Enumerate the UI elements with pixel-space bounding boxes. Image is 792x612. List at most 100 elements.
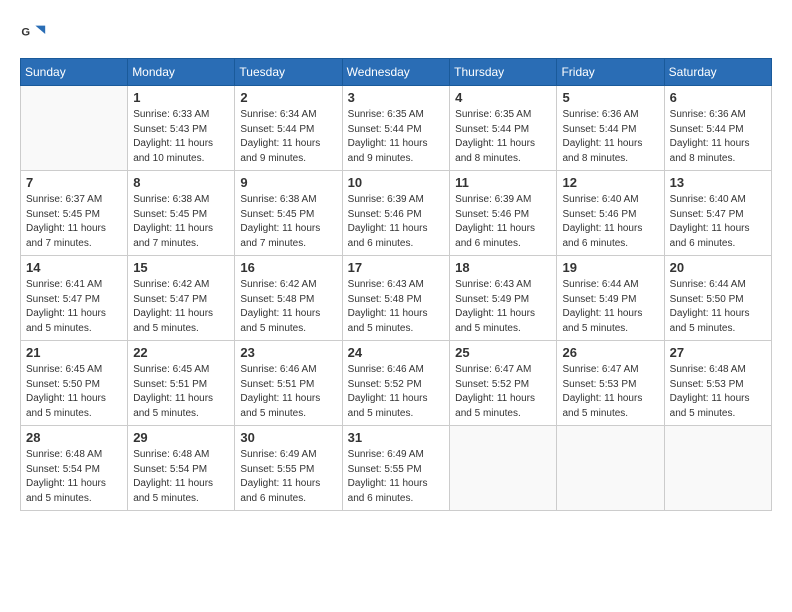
day-number: 5 [562, 90, 658, 105]
day-number: 22 [133, 345, 229, 360]
day-header-saturday: Saturday [664, 59, 771, 86]
day-number: 20 [670, 260, 766, 275]
day-info: Sunrise: 6:44 AM Sunset: 5:50 PM Dayligh… [670, 278, 766, 336]
calendar-table: SundayMondayTuesdayWednesdayThursdayFrid… [20, 58, 772, 511]
day-number: 14 [26, 260, 122, 275]
day-number: 30 [240, 430, 336, 445]
calendar-cell: 21 Sunrise: 6:45 AM Sunset: 5:50 PM Dayli… [21, 341, 128, 426]
logo-icon: G [20, 20, 48, 48]
day-header-monday: Monday [128, 59, 235, 86]
calendar-cell: 14 Sunrise: 6:41 AM Sunset: 5:47 PM Dayli… [21, 256, 128, 341]
calendar-cell: 23 Sunrise: 6:46 AM Sunset: 5:51 PM Dayli… [235, 341, 342, 426]
day-number: 1 [133, 90, 229, 105]
day-number: 3 [348, 90, 445, 105]
day-info: Sunrise: 6:36 AM Sunset: 5:44 PM Dayligh… [670, 108, 766, 166]
day-info: Sunrise: 6:38 AM Sunset: 5:45 PM Dayligh… [133, 193, 229, 251]
day-info: Sunrise: 6:39 AM Sunset: 5:46 PM Dayligh… [348, 193, 445, 251]
calendar-cell: 5Sunrise: 6:36 AM Sunset: 5:44 PM Daylig… [557, 86, 664, 171]
day-number: 28 [26, 430, 122, 445]
day-number: 15 [133, 260, 229, 275]
calendar-cell: 12 Sunrise: 6:40 AM Sunset: 5:46 PM Dayli… [557, 171, 664, 256]
day-info: Sunrise: 6:42 AM Sunset: 5:48 PM Dayligh… [240, 278, 336, 336]
calendar-week-0: 1 Sunrise: 6:33 AM Sunset: 5:43 PM Daylig… [21, 86, 772, 171]
day-header-thursday: Thursday [450, 59, 557, 86]
day-info: Sunrise: 6:37 AM Sunset: 5:45 PM Dayligh… [26, 193, 122, 251]
calendar-cell: 22Sunrise: 6:45 AM Sunset: 5:51 PM Dayli… [128, 341, 235, 426]
day-number: 8 [133, 175, 229, 190]
day-info: Sunrise: 6:40 AM Sunset: 5:47 PM Dayligh… [670, 193, 766, 251]
calendar-week-3: 21 Sunrise: 6:45 AM Sunset: 5:50 PM Dayli… [21, 341, 772, 426]
day-info: Sunrise: 6:35 AM Sunset: 5:44 PM Dayligh… [455, 108, 551, 166]
calendar-cell: 3 Sunrise: 6:35 AM Sunset: 5:44 PM Daylig… [342, 86, 450, 171]
day-info: Sunrise: 6:33 AM Sunset: 5:43 PM Dayligh… [133, 108, 229, 166]
day-info: Sunrise: 6:42 AM Sunset: 5:47 PM Dayligh… [133, 278, 229, 336]
day-info: Sunrise: 6:44 AM Sunset: 5:49 PM Dayligh… [562, 278, 658, 336]
calendar-cell: 28 Sunrise: 6:48 AM Sunset: 5:54 PM Dayli… [21, 426, 128, 511]
calendar-cell: 2 Sunrise: 6:34 AM Sunset: 5:44 PM Daylig… [235, 86, 342, 171]
day-info: Sunrise: 6:40 AM Sunset: 5:46 PM Dayligh… [562, 193, 658, 251]
calendar-cell: 17Sunrise: 6:43 AM Sunset: 5:48 PM Dayli… [342, 256, 450, 341]
day-number: 16 [240, 260, 336, 275]
day-info: Sunrise: 6:46 AM Sunset: 5:51 PM Dayligh… [240, 363, 336, 421]
day-info: Sunrise: 6:45 AM Sunset: 5:50 PM Dayligh… [26, 363, 122, 421]
calendar-cell: 8 Sunrise: 6:38 AM Sunset: 5:45 PM Daylig… [128, 171, 235, 256]
day-header-tuesday: Tuesday [235, 59, 342, 86]
calendar-cell: 13 Sunrise: 6:40 AM Sunset: 5:47 PM Dayli… [664, 171, 771, 256]
calendar-cell: 10 Sunrise: 6:39 AM Sunset: 5:46 PM Dayli… [342, 171, 450, 256]
day-number: 18 [455, 260, 551, 275]
calendar-cell [21, 86, 128, 171]
calendar-cell: 27 Sunrise: 6:48 AM Sunset: 5:53 PM Dayli… [664, 341, 771, 426]
day-info: Sunrise: 6:47 AM Sunset: 5:53 PM Dayligh… [562, 363, 658, 421]
calendar-cell: 26 Sunrise: 6:47 AM Sunset: 5:53 PM Dayli… [557, 341, 664, 426]
day-info: Sunrise: 6:49 AM Sunset: 5:55 PM Dayligh… [240, 448, 336, 506]
calendar-cell: 9 Sunrise: 6:38 AM Sunset: 5:45 PM Daylig… [235, 171, 342, 256]
calendar-cell [557, 426, 664, 511]
day-info: Sunrise: 6:35 AM Sunset: 5:44 PM Dayligh… [348, 108, 445, 166]
day-info: Sunrise: 6:48 AM Sunset: 5:54 PM Dayligh… [133, 448, 229, 506]
calendar-cell: 4 Sunrise: 6:35 AM Sunset: 5:44 PM Daylig… [450, 86, 557, 171]
calendar-cell [664, 426, 771, 511]
day-number: 29 [133, 430, 229, 445]
calendar-cell: 7Sunrise: 6:37 AM Sunset: 5:45 PM Daylig… [21, 171, 128, 256]
calendar-week-2: 14 Sunrise: 6:41 AM Sunset: 5:47 PM Dayli… [21, 256, 772, 341]
day-number: 10 [348, 175, 445, 190]
day-info: Sunrise: 6:48 AM Sunset: 5:54 PM Dayligh… [26, 448, 122, 506]
day-number: 13 [670, 175, 766, 190]
day-number: 2 [240, 90, 336, 105]
day-number: 11 [455, 175, 551, 190]
calendar-cell: 15 Sunrise: 6:42 AM Sunset: 5:47 PM Dayli… [128, 256, 235, 341]
day-number: 26 [562, 345, 658, 360]
day-number: 21 [26, 345, 122, 360]
day-number: 31 [348, 430, 445, 445]
calendar-cell: 11 Sunrise: 6:39 AM Sunset: 5:46 PM Dayli… [450, 171, 557, 256]
day-info: Sunrise: 6:41 AM Sunset: 5:47 PM Dayligh… [26, 278, 122, 336]
day-info: Sunrise: 6:34 AM Sunset: 5:44 PM Dayligh… [240, 108, 336, 166]
day-number: 4 [455, 90, 551, 105]
calendar-cell: 20 Sunrise: 6:44 AM Sunset: 5:50 PM Dayli… [664, 256, 771, 341]
calendar-cell: 19 Sunrise: 6:44 AM Sunset: 5:49 PM Dayli… [557, 256, 664, 341]
day-info: Sunrise: 6:48 AM Sunset: 5:53 PM Dayligh… [670, 363, 766, 421]
day-header-wednesday: Wednesday [342, 59, 450, 86]
day-number: 6 [670, 90, 766, 105]
day-info: Sunrise: 6:49 AM Sunset: 5:55 PM Dayligh… [348, 448, 445, 506]
day-info: Sunrise: 6:38 AM Sunset: 5:45 PM Dayligh… [240, 193, 336, 251]
day-info: Sunrise: 6:47 AM Sunset: 5:52 PM Dayligh… [455, 363, 551, 421]
day-number: 9 [240, 175, 336, 190]
calendar-cell: 31 Sunrise: 6:49 AM Sunset: 5:55 PM Dayli… [342, 426, 450, 511]
calendar-cell: 25 Sunrise: 6:47 AM Sunset: 5:52 PM Dayli… [450, 341, 557, 426]
day-number: 12 [562, 175, 658, 190]
day-number: 25 [455, 345, 551, 360]
calendar-cell: 29 Sunrise: 6:48 AM Sunset: 5:54 PM Dayli… [128, 426, 235, 511]
calendar-body: 1 Sunrise: 6:33 AM Sunset: 5:43 PM Daylig… [21, 86, 772, 511]
day-number: 19 [562, 260, 658, 275]
day-info: Sunrise: 6:43 AM Sunset: 5:49 PM Dayligh… [455, 278, 551, 336]
day-info: Sunrise: 6:43 AM Sunset: 5:48 PM Dayligh… [348, 278, 445, 336]
day-number: 23 [240, 345, 336, 360]
calendar-cell [450, 426, 557, 511]
day-header-sunday: Sunday [21, 59, 128, 86]
day-number: 27 [670, 345, 766, 360]
calendar-cell: 30 Sunrise: 6:49 AM Sunset: 5:55 PM Dayli… [235, 426, 342, 511]
calendar-week-4: 28 Sunrise: 6:48 AM Sunset: 5:54 PM Dayli… [21, 426, 772, 511]
day-info: Sunrise: 6:39 AM Sunset: 5:46 PM Dayligh… [455, 193, 551, 251]
day-number: 24 [348, 345, 445, 360]
